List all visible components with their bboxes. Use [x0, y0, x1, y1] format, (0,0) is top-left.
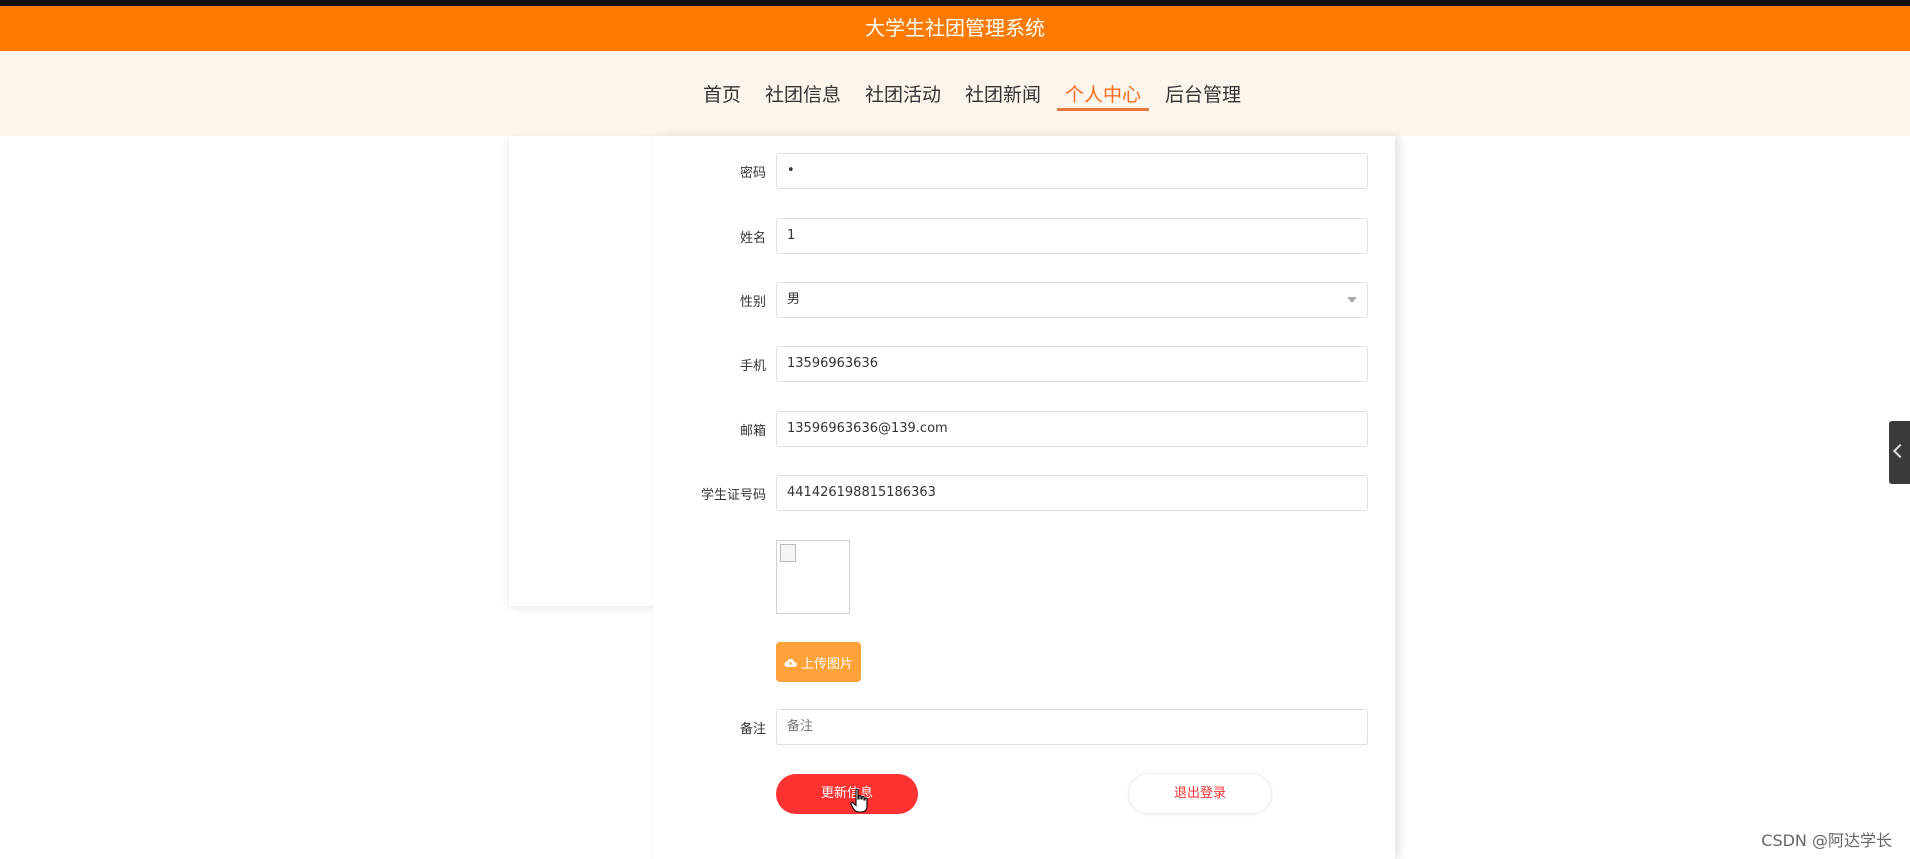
nav-item-club-news[interactable]: 社团新闻	[965, 51, 1041, 136]
nav-item-club-info[interactable]: 社团信息	[765, 51, 841, 136]
hand-cursor-icon	[850, 788, 868, 813]
logout-button[interactable]: 退出登录	[1128, 773, 1272, 814]
student-id-field[interactable]: 441426198815186363	[776, 475, 1368, 511]
upload-image-button[interactable]: 上传图片	[776, 642, 861, 682]
chevron-left-icon	[1892, 443, 1908, 459]
password-field[interactable]: •	[776, 153, 1368, 189]
phone-label: 手机	[739, 359, 766, 374]
broken-image-icon	[780, 544, 796, 562]
nav-item-home[interactable]: 首页	[703, 51, 741, 136]
remark-field[interactable]: 备注	[776, 709, 1368, 745]
avatar-image-preview	[776, 540, 850, 614]
password-label: 密码	[739, 166, 766, 181]
update-info-button[interactable]: 更新信息	[776, 774, 918, 814]
gender-select[interactable]: 男	[776, 282, 1368, 318]
remark-label: 备注	[739, 722, 766, 737]
main-nav: 首页 社团信息 社团活动 社团新闻 个人中心 后台管理	[0, 51, 1910, 136]
watermark: CSDN @阿达学长	[1761, 831, 1892, 850]
email-field[interactable]: 13596963636@139.com	[776, 411, 1368, 447]
cloud-upload-icon	[784, 658, 797, 667]
nav-item-personal-center[interactable]: 个人中心	[1057, 51, 1150, 136]
side-collapse-tab[interactable]	[1889, 421, 1910, 484]
nav-item-club-activities[interactable]: 社团活动	[865, 51, 941, 136]
name-label: 姓名	[739, 231, 766, 246]
student-id-label: 学生证号码	[700, 488, 766, 503]
site-title: 大学生社团管理系统	[0, 6, 1910, 51]
phone-field[interactable]: 13596963636	[776, 346, 1368, 382]
gender-label: 性别	[739, 295, 766, 310]
upload-image-label: 上传图片	[800, 656, 853, 672]
gender-select-value: 男	[787, 292, 801, 307]
chevron-down-icon	[1347, 297, 1357, 303]
nav-item-admin[interactable]: 后台管理	[1165, 51, 1241, 136]
side-panel	[509, 136, 654, 606]
name-field[interactable]: 1	[776, 218, 1368, 254]
email-label: 邮箱	[739, 424, 766, 439]
